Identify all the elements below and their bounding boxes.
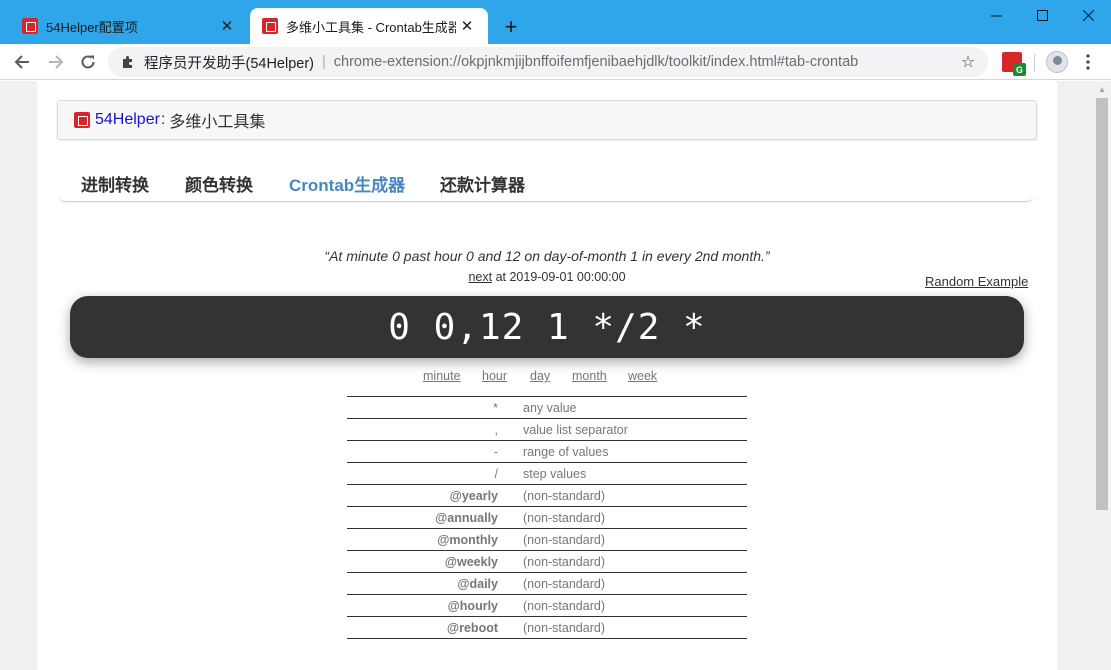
url-separator: | [322,54,326,70]
syntax-meaning: any value [510,396,747,419]
table-row: @daily (non-standard) [347,572,747,595]
cron-syntax-table: * any value , value list separator - range … [347,396,747,639]
scrollbar-thumb[interactable] [1096,98,1108,510]
reload-icon [81,55,95,69]
54helper-logo-icon [74,112,90,128]
table-row: - range of values [347,440,747,463]
extension-badge: G [1013,63,1026,76]
next-run-link[interactable]: next [468,270,492,284]
browser-tab-crontab[interactable]: 多维小工具集 - Crontab生成器 ✕ [250,8,488,44]
syntax-symbol: @reboot [347,616,510,639]
tab-title: 54Helper配置项 [46,19,138,35]
maximize-button[interactable] [1019,0,1065,30]
next-run-line: next at 2019-09-01 00:00:00 [37,270,1057,284]
minimize-button[interactable] [973,0,1019,30]
close-icon [1082,9,1094,21]
table-row: @annually (non-standard) [347,506,747,529]
page-header: 54Helper : 多维小工具集 [57,100,1037,140]
syntax-meaning: value list separator [510,418,747,441]
avatar-icon[interactable] [1046,51,1068,73]
tool-tabs: 进制转换 颜色转换 Crontab生成器 还款计算器 [59,161,1033,202]
page-content: 54Helper : 多维小工具集 进制转换 颜色转换 Crontab生成器 还… [37,81,1057,670]
random-example-link[interactable]: Random Example [925,274,1028,289]
table-row: , value list separator [347,418,747,441]
54helper-favicon-icon [22,18,38,34]
brand-link[interactable]: 54Helper [95,111,160,129]
table-row: @hourly (non-standard) [347,594,747,617]
tab-loan-calculator[interactable]: 还款计算器 [440,171,525,196]
minimize-icon [990,15,1002,16]
browser-tab-config[interactable]: 54Helper配置项 ✕ [10,8,248,44]
new-tab-button[interactable]: + [498,14,524,40]
syntax-meaning: (non-standard) [510,506,747,529]
field-day-link[interactable]: day [530,369,550,383]
close-icon[interactable]: ✕ [216,15,238,37]
syntax-meaning: (non-standard) [510,616,747,639]
toolbar-divider [1034,54,1035,72]
syntax-meaning: (non-standard) [510,484,747,507]
syntax-symbol: @annually [347,506,510,529]
field-month-link[interactable]: month [572,369,607,383]
table-row: @yearly (non-standard) [347,484,747,507]
field-hour-link[interactable]: hour [482,369,507,383]
field-minute-link[interactable]: minute [423,369,461,383]
syntax-meaning: (non-standard) [510,594,747,617]
syntax-meaning: (non-standard) [510,528,747,551]
extension-icon[interactable]: G [1002,52,1026,76]
reload-button[interactable] [74,48,102,76]
table-row: / step values [347,462,747,485]
site-name: 程序员开发助手(54Helper) [144,55,314,72]
tab-base-conversion[interactable]: 进制转换 [81,171,149,196]
cron-expression-input[interactable]: 0 0,12 1 */2 * [70,296,1024,358]
star-icon[interactable]: ☆ [958,52,978,72]
syntax-symbol: * [347,396,510,419]
tab-crontab-generator[interactable]: Crontab生成器 [289,171,405,196]
54helper-favicon-icon [262,18,278,34]
table-row: @monthly (non-standard) [347,528,747,551]
puzzle-icon [120,54,136,70]
syntax-meaning: (non-standard) [510,572,747,595]
tab-title: 多维小工具集 - Crontab生成器 [286,19,456,35]
syntax-symbol: @monthly [347,528,510,551]
address-bar[interactable]: 程序员开发助手(54Helper) | chrome-extension://o… [108,47,988,77]
browser-titlebar: 54Helper配置项 ✕ 多维小工具集 - Crontab生成器 ✕ + [0,0,1111,44]
syntax-symbol: @daily [347,572,510,595]
window-close-button[interactable] [1065,0,1111,30]
forward-arrow-icon [49,55,64,69]
page-title: 多维小工具集 [169,114,266,131]
cron-expression[interactable]: 0 0,12 1 */2 * [388,307,705,348]
back-button[interactable] [8,48,36,76]
next-run-time: at 2019-09-01 00:00:00 [492,270,626,284]
cron-description: “At minute 0 past hour 0 and 12 on day-o… [324,248,770,264]
table-row: @reboot (non-standard) [347,616,747,639]
back-arrow-icon [14,55,29,69]
table-row: @weekly (non-standard) [347,550,747,573]
syntax-symbol: - [347,440,510,463]
syntax-meaning: (non-standard) [510,550,747,573]
kebab-menu-icon[interactable] [1078,50,1098,74]
scroll-up-icon[interactable]: ▲ [1093,81,1111,97]
table-row: * any value [347,396,747,419]
maximize-icon [1036,9,1048,21]
syntax-symbol: @hourly [347,594,510,617]
close-icon[interactable]: ✕ [456,15,478,37]
vertical-scrollbar[interactable]: ▲ [1093,81,1111,670]
syntax-meaning: step values [510,462,747,485]
syntax-meaning: range of values [510,440,747,463]
page-viewport: 54Helper : 多维小工具集 进制转换 颜色转换 Crontab生成器 还… [0,81,1111,670]
field-week-link[interactable]: week [628,369,657,383]
browser-toolbar: 程序员开发助手(54Helper) | chrome-extension://o… [0,44,1111,80]
url-text: chrome-extension://okpjnkmjijbnffoifemfj… [333,54,859,70]
syntax-symbol: , [347,418,510,441]
header-colon: : [160,111,166,128]
syntax-symbol: @yearly [347,484,510,507]
forward-button[interactable] [42,48,70,76]
tab-color-conversion[interactable]: 颜色转换 [185,171,253,196]
syntax-symbol: @weekly [347,550,510,573]
syntax-symbol: / [347,462,510,485]
